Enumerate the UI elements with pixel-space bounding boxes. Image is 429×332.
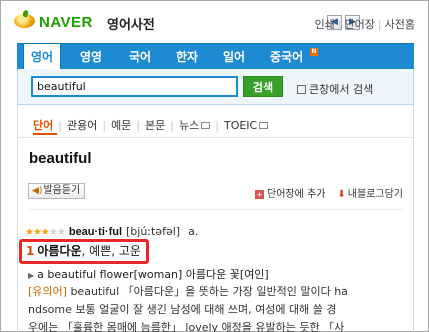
- pronunciation: [bjúːtəfəl]: [126, 225, 181, 238]
- syllabified-word: beau·ti·ful: [68, 226, 123, 238]
- big-window-checkbox-icon[interactable]: [297, 85, 306, 94]
- synonym-tag: [유의어]: [28, 285, 67, 298]
- dictionary-tab-bar: 영어 영영 국어 한자 일어 중국어 N: [17, 43, 414, 70]
- speaker-icon: ◀): [32, 186, 43, 196]
- download-icon: ⬇: [337, 189, 346, 200]
- naver-logo-icon: [14, 14, 35, 28]
- importance-stars: ★★★★★: [25, 227, 66, 238]
- active-subtab-underline: [33, 133, 57, 135]
- tab-english-english[interactable]: 영영: [80, 44, 102, 70]
- example-text: a beautiful flower[woman] 아름다운 꽃[여인]: [37, 268, 269, 281]
- print-link[interactable]: 인쇄: [315, 18, 335, 31]
- subtab-example[interactable]: 예문: [111, 119, 131, 132]
- sense-other-meanings: , 예쁜, 고운: [81, 244, 141, 258]
- synonym-note: [유의어] beautiful 「아름다운」을 뜻하는 가장 일반적인 말이다 …: [28, 283, 406, 332]
- listen-button[interactable]: ◀)발음듣기: [28, 183, 86, 199]
- search-button[interactable]: 검색: [243, 76, 283, 97]
- top-bar: NAVER 영어사전 ◀ ▶ 인쇄 | 단어장 | 사전홈: [0, 0, 429, 40]
- separator: |: [377, 18, 382, 31]
- tab-japanese[interactable]: 일어: [223, 44, 245, 70]
- search-row: beautiful 검색 큰창에서 검색: [17, 69, 414, 105]
- add-to-wordbook-label: 단어장에 추가: [267, 189, 326, 200]
- big-window-label: 큰창에서 검색: [309, 83, 374, 96]
- subtab-toeic[interactable]: TOEIC: [224, 119, 257, 132]
- tab-english[interactable]: 영어: [23, 43, 62, 70]
- separator: |: [136, 119, 141, 132]
- product-title[interactable]: 영어사전: [107, 14, 155, 33]
- top-links: 인쇄 | 단어장 | 사전홈: [315, 16, 415, 32]
- save-to-blog-label: 내블로그담기: [347, 189, 403, 200]
- synonym-line: 우에는 「훌륭한 몸매에 늠름한」 lovely 애정을 유발하는 듯한 「사: [28, 321, 345, 332]
- listen-label: 발음듣기: [43, 185, 81, 196]
- headword-title: beautiful: [29, 150, 92, 167]
- sense-number: 1: [26, 244, 35, 258]
- highlighted-sense: 1 아름다운, 예쁜, 고운: [19, 239, 149, 264]
- separator: |: [215, 119, 219, 132]
- tab-korean[interactable]: 국어: [129, 44, 151, 70]
- subtab-word[interactable]: 단어: [33, 119, 53, 132]
- entry-content: beautiful ◀)발음듣기 + 단어장에 추가 ⬇ 내블로그담기 ★★★★★ be…: [17, 137, 414, 332]
- tab-hanja[interactable]: 한자: [176, 44, 198, 70]
- new-badge: N: [310, 48, 318, 56]
- tab-chinese[interactable]: 중국어: [270, 44, 303, 70]
- subtab-idiom[interactable]: 관용어: [67, 119, 97, 132]
- search-input[interactable]: beautiful: [31, 76, 238, 97]
- brand-logo[interactable]: NAVER: [39, 14, 93, 31]
- part-of-speech: a.: [188, 225, 199, 238]
- subtab-news[interactable]: 뉴스: [179, 119, 199, 132]
- plus-icon: +: [255, 190, 265, 199]
- sense-primary-meaning: 아름다운: [37, 244, 82, 258]
- save-to-blog-button[interactable]: ⬇ 내블로그담기: [337, 189, 403, 200]
- example-sentence: ▶ a beautiful flower[woman] 아름다운 꽃[여인]: [28, 266, 269, 282]
- wordbook-link[interactable]: 단어장: [345, 18, 375, 31]
- separator: |: [337, 18, 342, 31]
- synonym-line: ndsome 보통 얼굴이 잘 생긴 남성에 대해 쓰며, 여성에 대해 쓸 경: [28, 303, 337, 316]
- subtab-body[interactable]: 본문: [145, 119, 165, 132]
- entry-actions: + 단어장에 추가 ⬇ 내블로그담기: [255, 185, 403, 200]
- new-window-icon: [259, 122, 269, 129]
- separator: |: [58, 119, 62, 132]
- entry-heading: ★★★★★ beau·ti·ful [bjúːtəfəl] a.: [25, 225, 198, 238]
- bullet-icon: ▶: [28, 271, 35, 280]
- separator: |: [170, 119, 174, 132]
- new-window-icon: [201, 122, 211, 129]
- divider: [28, 209, 404, 210]
- synonym-line: beautiful 「아름다운」을 뜻하는 가장 일반적인 말이다 ha: [66, 285, 348, 298]
- separator: |: [102, 119, 107, 132]
- result-subtabs: 단어 | 관용어 | 예문 | 본문 | 뉴스 | TOEIC: [17, 105, 414, 137]
- search-in-big-window-option[interactable]: 큰창에서 검색: [297, 81, 373, 97]
- dictionary-home-link[interactable]: 사전홈: [385, 18, 415, 31]
- add-to-wordbook-button[interactable]: + 단어장에 추가: [255, 189, 325, 200]
